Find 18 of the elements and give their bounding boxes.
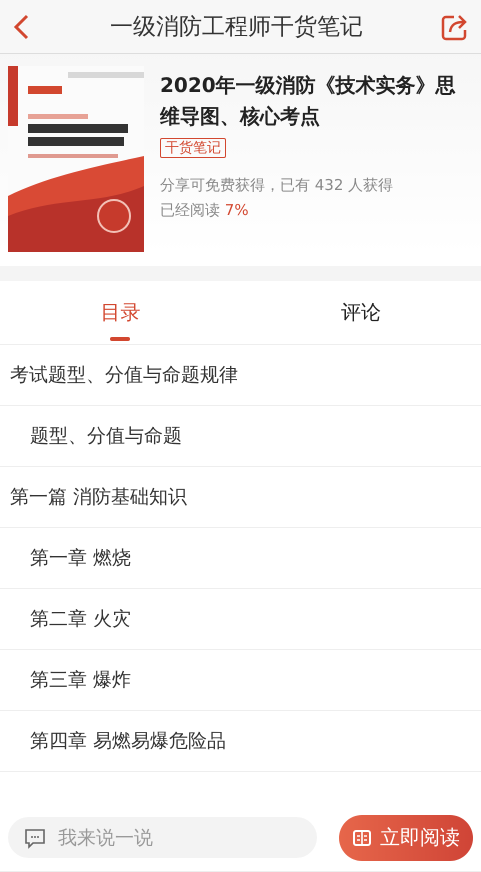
tag: 干货笔记 — [160, 138, 226, 158]
share-info: 分享可免费获得，已有 432 人获得 — [160, 176, 394, 195]
toc-item[interactable]: 第三章 爆炸 — [30, 667, 132, 693]
toc-item[interactable]: 第四章 易燃易爆危险品 — [30, 728, 226, 754]
toc-item[interactable]: 考试题型、分值与命题规律 — [10, 362, 238, 388]
page-title: 一级消防工程师干货笔记 — [109, 13, 364, 42]
tab[interactable]: 评论 — [240, 281, 481, 344]
comment-field[interactable]: 我来说一说 — [8, 817, 317, 858]
share-icon[interactable] — [441, 12, 469, 40]
toc-item[interactable]: 第二章 火灾 — [30, 606, 132, 632]
tab[interactable]: 目录 — [0, 281, 240, 344]
toc-item[interactable]: 题型、分值与命题 — [30, 423, 182, 449]
book-icon — [352, 828, 372, 848]
toc-item[interactable]: 第一篇 消防基础知识 — [10, 484, 188, 510]
book-title: 2020年一级消防《技术实务》思维导图、核心考点 — [160, 72, 457, 130]
read-now-button[interactable]: 立即阅读 — [339, 814, 473, 860]
toc-item[interactable]: 第一章 燃烧 — [30, 545, 132, 571]
chat-icon — [24, 827, 46, 849]
